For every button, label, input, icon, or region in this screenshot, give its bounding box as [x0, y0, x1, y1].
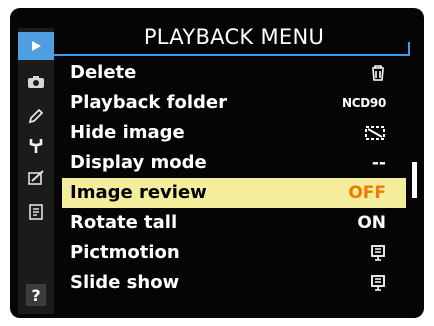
- menu-item-playback-folder[interactable]: Playback folder NCD90: [62, 88, 406, 118]
- menu-item-value: NCD90: [341, 96, 386, 110]
- menu-item-label: Hide image: [70, 122, 185, 143]
- playback-tab-icon: [32, 41, 41, 51]
- setup-tab[interactable]: [18, 132, 54, 160]
- menu-item-label: Pictmotion: [70, 242, 180, 263]
- menu-item-value: [364, 118, 386, 148]
- title-divider: [54, 54, 410, 56]
- my-menu-tab[interactable]: [18, 198, 54, 226]
- help-label: ?: [31, 285, 41, 305]
- menu-item-value: --: [371, 153, 386, 173]
- my-menu-tab-icon: [29, 204, 43, 220]
- menu-item-rotate-tall[interactable]: Rotate tall ON: [62, 208, 406, 238]
- menu-item-value: OFF: [348, 183, 386, 203]
- playback-tab[interactable]: [18, 32, 54, 60]
- title-divider-tick: [408, 42, 410, 56]
- help-button[interactable]: ?: [26, 284, 46, 306]
- menu-item-label: Rotate tall: [70, 212, 178, 233]
- menu-item-value: [370, 238, 386, 268]
- pictmotion-icon: [371, 245, 385, 261]
- menu-item-label: Playback folder: [70, 92, 227, 113]
- menu-item-label: Delete: [70, 62, 137, 83]
- menu-item-hide-image[interactable]: Hide image: [62, 118, 406, 148]
- scrollbar-thumb[interactable]: [412, 162, 417, 198]
- wrench-tab-icon: [29, 139, 43, 153]
- menu-item-delete[interactable]: Delete: [62, 58, 406, 88]
- hide-image-icon: [365, 126, 385, 140]
- menu-item-label: Slide show: [70, 272, 180, 293]
- retouch-tab[interactable]: [18, 164, 54, 192]
- camera-screen: ? PLAYBACK MENU Delete Playback folder N…: [10, 8, 424, 318]
- menu-item-image-review[interactable]: Image review OFF: [62, 178, 406, 208]
- menu-item-pictmotion[interactable]: Pictmotion: [62, 238, 406, 268]
- trash-icon: [372, 65, 384, 81]
- menu-item-value: [370, 58, 386, 88]
- camera-tab-icon: [28, 76, 44, 88]
- menu-tabs: ?: [18, 28, 54, 314]
- retouch-tab-icon: [28, 170, 44, 185]
- menu-item-label: Display mode: [70, 152, 207, 173]
- pencil-tab-icon: [28, 108, 44, 124]
- menu-item-slide-show[interactable]: Slide show: [62, 268, 406, 298]
- camera-tab[interactable]: [18, 68, 54, 96]
- pencil-tab[interactable]: [18, 102, 54, 130]
- menu-item-value: [370, 268, 386, 298]
- menu-item-value: ON: [357, 213, 386, 233]
- slideshow-icon: [371, 275, 385, 291]
- menu-item-label: Image review: [70, 182, 207, 203]
- menu-title: PLAYBACK MENU: [143, 25, 325, 49]
- menu-item-display-mode[interactable]: Display mode --: [62, 148, 406, 178]
